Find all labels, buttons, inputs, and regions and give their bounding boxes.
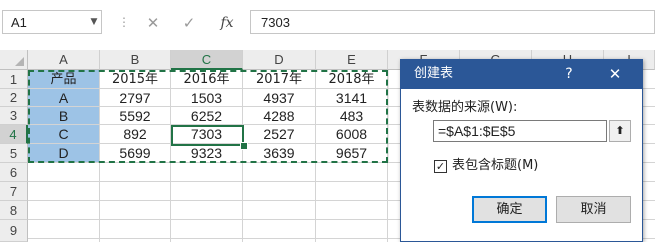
ok-button[interactable]: 确定 [472,196,547,223]
column-header-b[interactable]: B [100,50,171,70]
name-box[interactable]: A1 [2,10,102,34]
collapse-range-icon[interactable]: ⬆ [609,120,631,142]
row-header-8[interactable]: 8 [0,201,28,220]
active-cell-border [171,125,244,146]
column-header-d[interactable]: D [243,50,316,70]
enter-formula-icon[interactable]: ✓ [178,12,200,34]
formula-input[interactable]: 7303 [250,10,655,34]
grip-dots-icon: ⋮ [118,15,130,29]
row-header-3[interactable]: 3 [0,107,28,125]
row-header-2[interactable]: 2 [0,89,28,107]
chevron-down-icon[interactable]: ▼ [88,14,100,30]
row-header-6[interactable]: 6 [0,163,28,182]
row-header-7[interactable]: 7 [0,182,28,201]
column-header-a[interactable]: A [28,50,100,70]
range-input[interactable]: =$A$1:$E$5 [433,120,607,142]
cancel-formula-icon[interactable]: ✕ [142,12,164,34]
data-source-label: 表数据的来源(W): [412,100,518,115]
fill-handle[interactable] [240,142,248,150]
help-icon[interactable]: ? [558,63,580,85]
row-header-9[interactable]: 9 [0,220,28,242]
insert-function-icon[interactable]: fx [214,12,240,34]
has-headers-checkbox[interactable]: ✓ [434,160,447,173]
row-header-5[interactable]: 5 [0,144,28,163]
select-all-triangle-icon [15,57,24,66]
column-header-c[interactable]: C [171,50,243,70]
has-headers-label[interactable]: 表包含标题(M) [452,158,538,174]
cancel-button[interactable]: 取消 [556,196,631,223]
row-header-4[interactable]: 4 [0,125,28,144]
close-icon[interactable]: ✕ [602,62,628,86]
column-header-e[interactable]: E [316,50,388,70]
row-header-1[interactable]: 1 [0,70,28,89]
dialog-title: 创建表 [414,66,454,81]
